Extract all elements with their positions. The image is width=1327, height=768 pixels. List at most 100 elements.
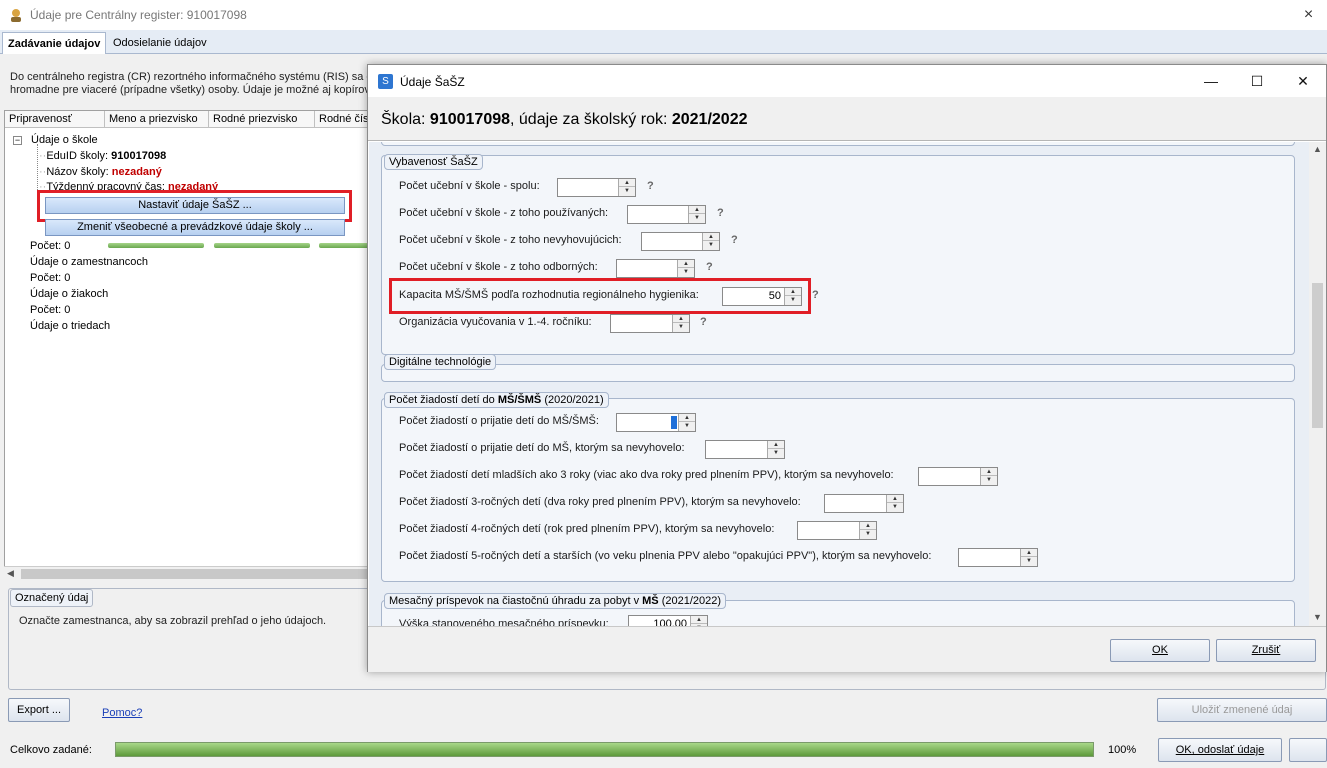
column-header-rodne-cislo[interactable]: Rodné čís	[315, 111, 371, 128]
spin-buttons[interactable]: ▲▼	[690, 616, 707, 626]
spin-ziadosti-ms[interactable]: ▲ ▼	[616, 413, 696, 432]
spin-ziadosti-5rocne[interactable]: ▲ ▼	[958, 548, 1038, 567]
spin-buttons[interactable]: ▲▼	[688, 206, 705, 223]
spin-down-icon[interactable]: ▼	[678, 268, 694, 277]
spin-down-icon[interactable]: ▼	[785, 296, 801, 305]
spin-buttons[interactable]: ▲▼	[886, 495, 903, 512]
help-link[interactable]: Pomoc?	[102, 707, 142, 719]
maximize-icon[interactable]: ☐	[1234, 65, 1280, 97]
spin-ziadosti-3rocne[interactable]: ▲ ▼	[824, 494, 904, 513]
spin-down-icon[interactable]: ▼	[860, 530, 876, 539]
row-pupils[interactable]: Údaje o žiakoch	[30, 288, 108, 300]
field-label-ziadosti-3rocne: Počet žiadostí 3-ročných detí (dva roky …	[399, 496, 801, 508]
spin-buttons[interactable]: ▲▼	[677, 260, 694, 277]
column-header-meno[interactable]: Meno a priezvisko	[105, 111, 209, 128]
spin-down-icon[interactable]: ▼	[619, 187, 635, 196]
spin-buttons[interactable]: ▲▼	[702, 233, 719, 250]
spin-up-icon[interactable]: ▲	[1021, 549, 1037, 557]
spin-up-icon[interactable]: ▲	[785, 288, 801, 296]
spin-kapacita[interactable]: 50 ▲ ▼	[722, 287, 802, 306]
row-count-1[interactable]: Počet: 0	[30, 240, 70, 252]
spin-up-icon[interactable]: ▲	[673, 315, 689, 323]
spin-down-icon[interactable]: ▼	[1021, 557, 1037, 566]
tab-odosielanie[interactable]: Odosielanie údajov	[108, 32, 212, 54]
row-count-2[interactable]: Počet: 0	[30, 272, 70, 284]
spin-ucebne-nevyhovujuce[interactable]: ▲ ▼	[641, 232, 720, 251]
spin-down-icon[interactable]: ▼	[679, 422, 695, 431]
help-icon[interactable]: ?	[647, 180, 654, 192]
heading-school-id: 910017098	[429, 111, 511, 128]
scroll-left-icon[interactable]: ◀	[7, 568, 14, 579]
tree-collapse-icon[interactable]: −	[13, 136, 22, 145]
spin-down-icon[interactable]: ▼	[673, 323, 689, 332]
vertical-scroll-thumb[interactable]	[1312, 283, 1323, 428]
set-sasz-button[interactable]: Nastaviť údaje ŠaŠZ ...	[45, 197, 345, 214]
ok-button[interactable]: OK	[1110, 639, 1210, 662]
spin-ziadosti-4rocne[interactable]: ▲ ▼	[797, 521, 877, 540]
spin-buttons[interactable]: ▲▼	[618, 179, 635, 196]
help-icon[interactable]: ?	[706, 261, 713, 273]
main-close-icon[interactable]: ×	[1290, 4, 1327, 26]
column-header-pripravenost[interactable]: Pripravenosť	[5, 111, 105, 128]
spin-buttons[interactable]: ▲▼	[678, 414, 695, 431]
spin-ucebne-spolu[interactable]: ▲ ▼	[557, 178, 636, 197]
help-icon[interactable]: ?	[812, 289, 819, 301]
spin-up-icon[interactable]: ▲	[691, 616, 707, 624]
spin-up-icon[interactable]: ▲	[689, 206, 705, 214]
tab-zadavanie[interactable]: Zadávanie údajov	[2, 32, 107, 54]
spin-ucebne-odborne[interactable]: ▲ ▼	[616, 259, 695, 278]
spin-buttons[interactable]: ▲▼	[980, 468, 997, 485]
tree-root-label[interactable]: Údaje o škole	[31, 134, 98, 146]
spin-down-icon[interactable]: ▼	[689, 214, 705, 223]
spin-down-icon[interactable]: ▼	[703, 241, 719, 250]
spin-up-icon[interactable]: ▲	[703, 233, 719, 241]
spin-up-icon[interactable]: ▲	[619, 179, 635, 187]
export-button[interactable]: Export ...	[8, 698, 70, 722]
spin-buttons[interactable]: ▲▼	[859, 522, 876, 539]
spin-up-icon[interactable]: ▲	[981, 468, 997, 476]
spin-value: 50	[768, 290, 781, 302]
spin-ziadosti-nevyhovelo[interactable]: ▲ ▼	[705, 440, 785, 459]
spin-buttons[interactable]: ▲▼	[784, 288, 801, 305]
spin-up-icon[interactable]: ▲	[860, 522, 876, 530]
spin-down-icon[interactable]: ▼	[981, 476, 997, 485]
spin-up-icon[interactable]: ▲	[678, 260, 694, 268]
spin-prispevok[interactable]: 100,00 ▲▼	[628, 615, 708, 626]
save-changes-button[interactable]: Uložiť zmenené údaj	[1157, 698, 1327, 722]
change-school-data-button[interactable]: Zmeniť všeobecné a prevádzkové údaje ško…	[45, 219, 345, 236]
row-classes[interactable]: Údaje o triedach	[30, 320, 110, 332]
help-icon[interactable]: ?	[700, 316, 707, 328]
dialog-title: Údaje ŠaŠZ	[400, 75, 465, 89]
extra-button[interactable]	[1289, 738, 1327, 762]
spin-buttons[interactable]: ▲▼	[1020, 549, 1037, 566]
scroll-down-icon[interactable]: ▼	[1313, 612, 1322, 622]
horizontal-scrollbar[interactable]: ◀	[4, 566, 370, 581]
heading-prefix: Škola:	[381, 111, 430, 128]
spin-up-icon[interactable]: ▲	[679, 414, 695, 422]
spin-down-icon[interactable]: ▼	[887, 503, 903, 512]
progress-bar-1	[108, 243, 204, 248]
spin-up-icon[interactable]: ▲	[768, 441, 784, 449]
dialog-close-icon[interactable]: ✕	[1280, 65, 1326, 97]
row-count-3[interactable]: Počet: 0	[30, 304, 70, 316]
horizontal-scroll-thumb[interactable]	[21, 569, 370, 579]
ok-send-button[interactable]: OK, odoslať údaje	[1158, 738, 1282, 762]
spin-down-icon[interactable]: ▼	[768, 449, 784, 458]
spin-buttons[interactable]: ▲▼	[672, 315, 689, 332]
field-label-ucebne-nevyhovujuce: Počet učební v škole - z toho nevyhovujú…	[399, 234, 622, 246]
minimize-icon[interactable]: —	[1188, 65, 1234, 97]
help-icon[interactable]: ?	[731, 234, 738, 246]
spin-ziadosti-mladsie[interactable]: ▲ ▼	[918, 467, 998, 486]
tree-weekly-hours[interactable]: ··Týždenný pracovný čas: nezadaný	[39, 181, 218, 190]
scroll-up-icon[interactable]: ▲	[1313, 144, 1322, 154]
tree-eduid[interactable]: ··EduID školy: 910017098	[39, 150, 166, 162]
tree-school-name[interactable]: ··Názov školy: nezadaný	[39, 166, 162, 178]
cancel-button[interactable]: Zrušiť	[1216, 639, 1316, 662]
column-header-rodne-priezvisko[interactable]: Rodné priezvisko	[209, 111, 315, 128]
row-employees[interactable]: Údaje o zamestnancoch	[30, 256, 148, 268]
spin-ucebne-pouzivane[interactable]: ▲ ▼	[627, 205, 706, 224]
spin-buttons[interactable]: ▲▼	[767, 441, 784, 458]
help-icon[interactable]: ?	[717, 207, 724, 219]
spin-organizacia[interactable]: ▲ ▼	[610, 314, 690, 333]
spin-up-icon[interactable]: ▲	[887, 495, 903, 503]
